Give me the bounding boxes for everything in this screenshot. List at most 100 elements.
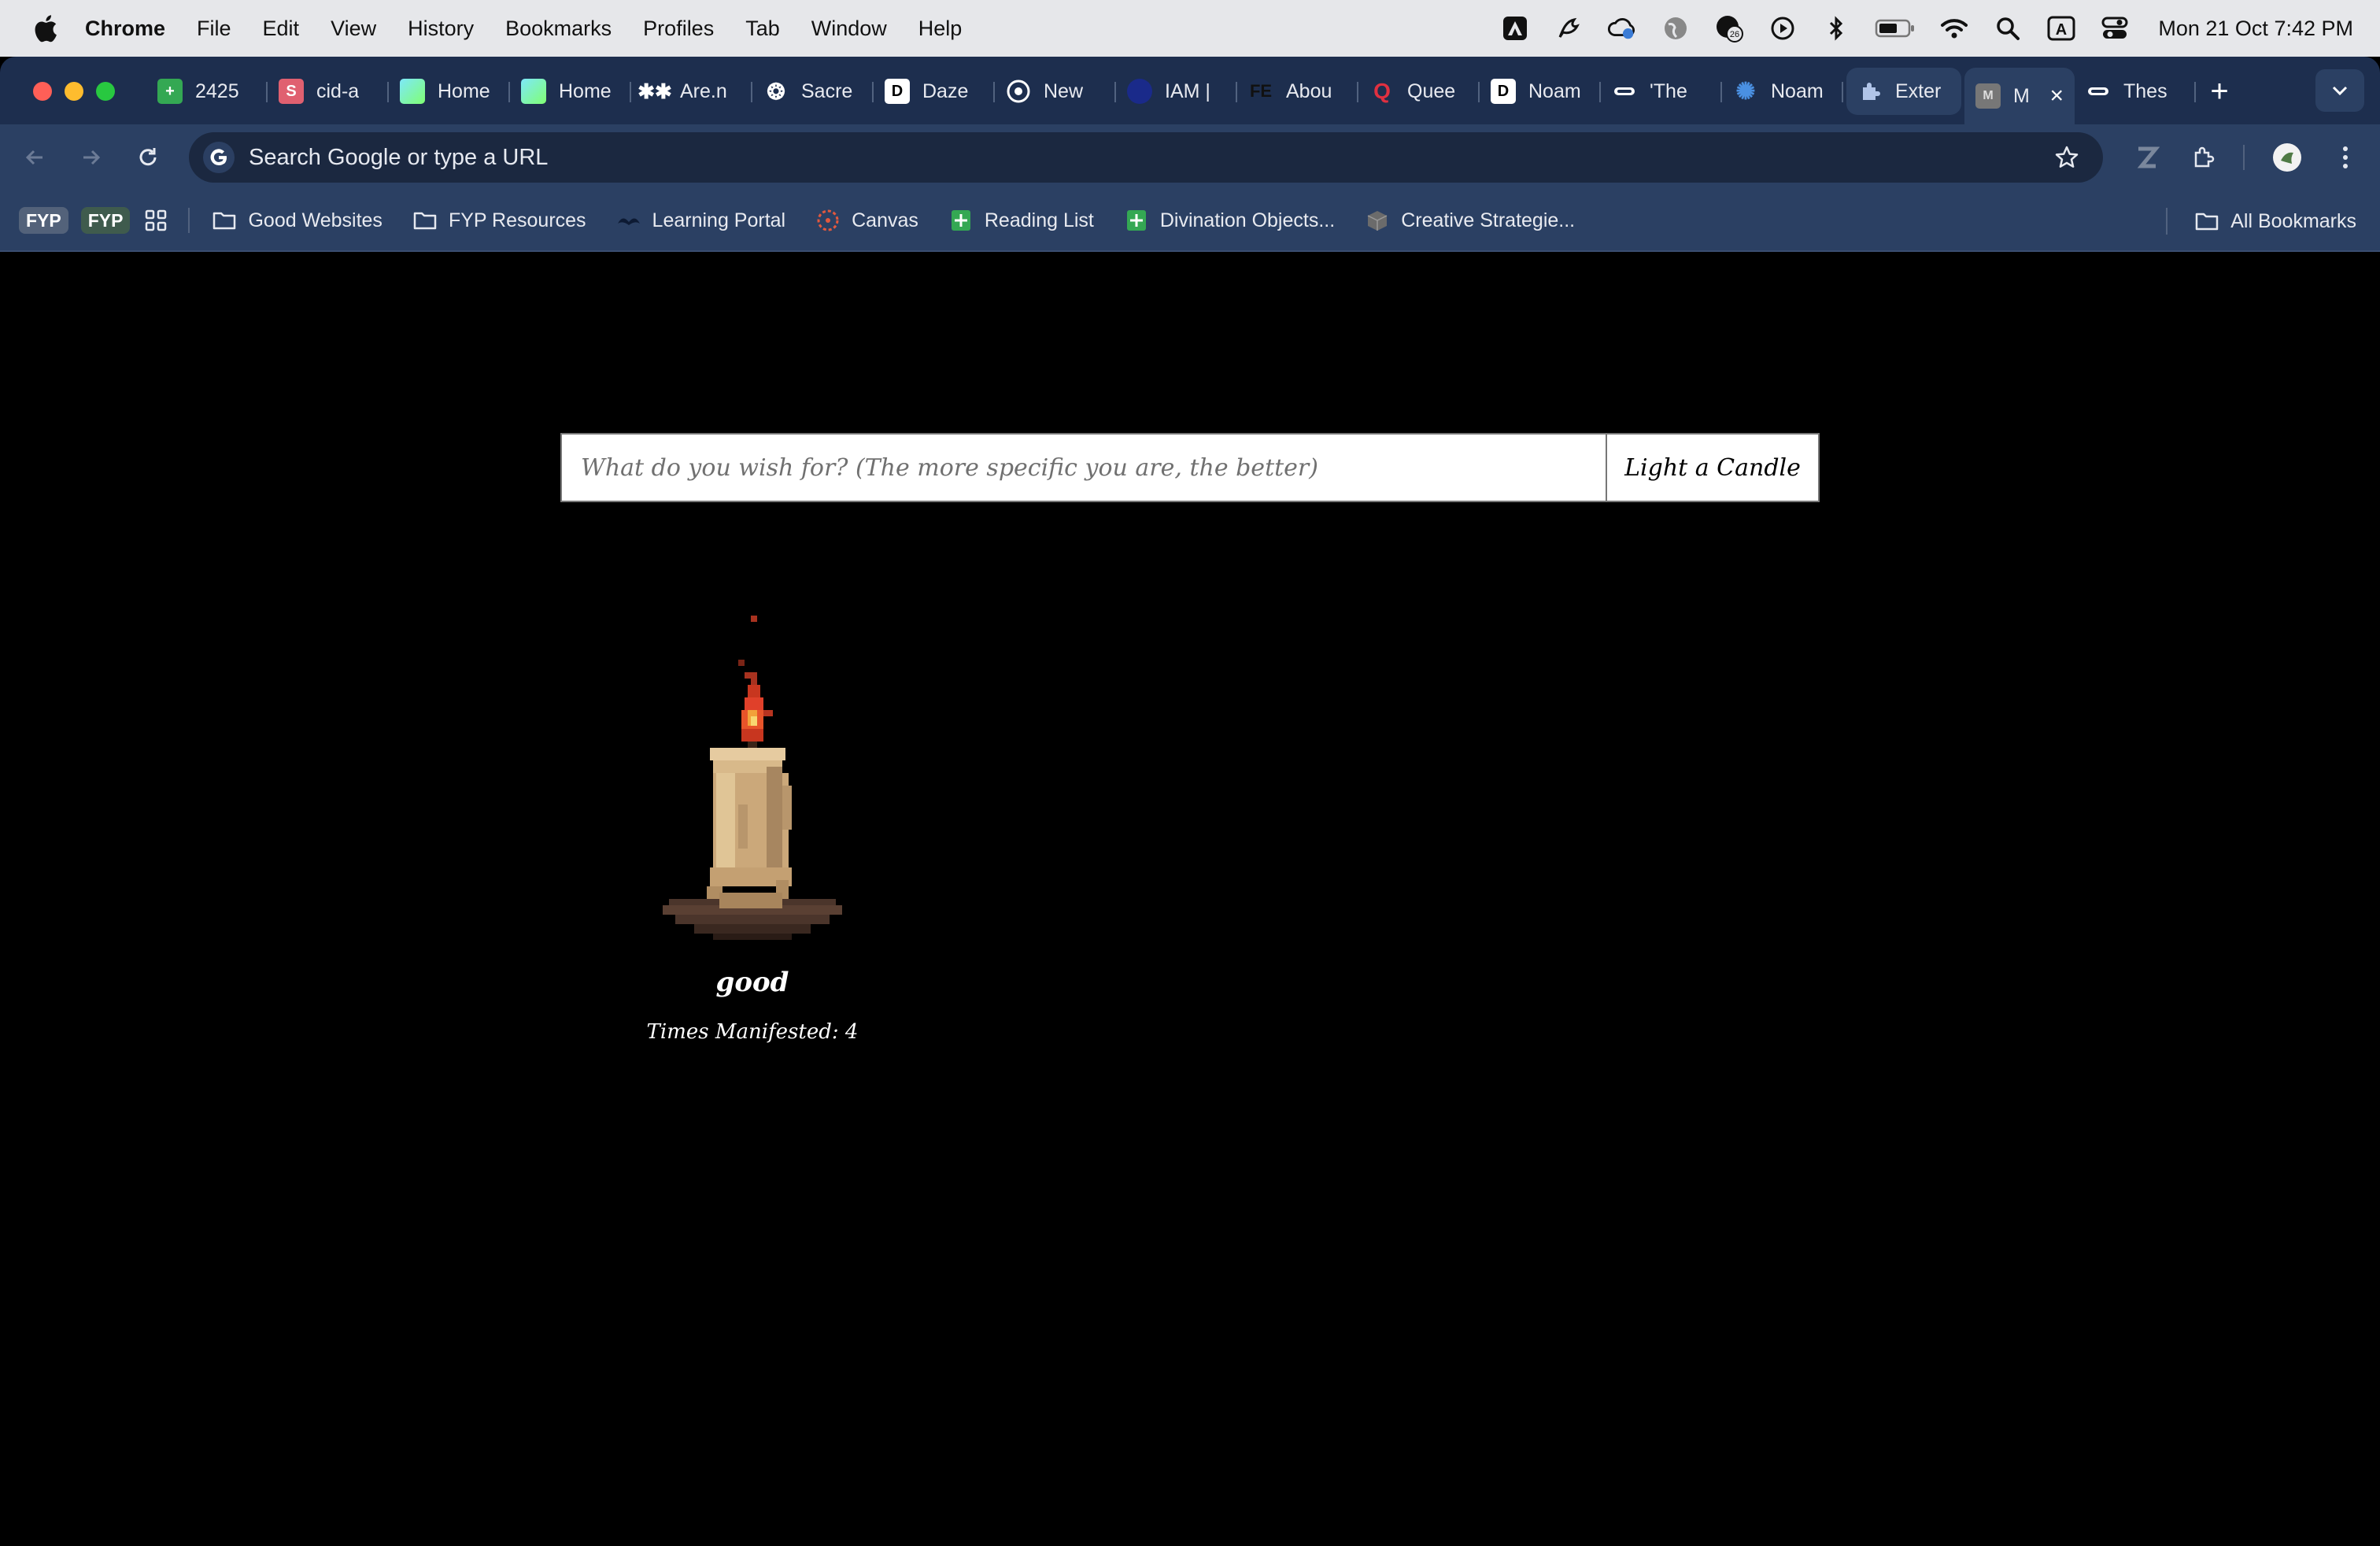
keyboard-input-icon[interactable]: A: [2046, 13, 2076, 43]
tab[interactable]: Thes: [2075, 68, 2196, 115]
bluetooth-icon[interactable]: [1821, 13, 1851, 43]
menu-edit[interactable]: Edit: [263, 17, 300, 41]
forward-button[interactable]: [74, 140, 109, 175]
battery-icon[interactable]: [1875, 13, 1916, 43]
bookmark-label: Creative Strategie...: [1401, 209, 1576, 231]
menu-file[interactable]: File: [197, 17, 231, 41]
globe-icon[interactable]: [1661, 13, 1691, 43]
tab[interactable]: ✺ Noam: [1722, 68, 1843, 115]
tab[interactable]: IAM |: [1116, 68, 1237, 115]
adobe-icon[interactable]: [1500, 13, 1530, 43]
learning-portal-icon: [616, 208, 641, 233]
z-extension-icon[interactable]: [2130, 140, 2164, 175]
tab-active[interactable]: M M ×: [1964, 68, 2075, 124]
tab[interactable]: Q Quee: [1358, 68, 1480, 115]
light-candle-button[interactable]: Light a Candle: [1607, 433, 1820, 502]
bookmark-fyp-1[interactable]: FYP: [19, 207, 68, 234]
apple-icon[interactable]: [27, 14, 65, 43]
all-bookmarks-button[interactable]: All Bookmarks: [2194, 190, 2356, 252]
candle-card[interactable]: good Times Manifested: 4: [645, 616, 859, 1044]
bookmark-good-websites[interactable]: Good Websites: [212, 208, 382, 233]
bookmark-canvas[interactable]: Canvas: [815, 208, 918, 233]
menu-app-name[interactable]: Chrome: [85, 17, 165, 41]
bookmark-label: FYP Resources: [448, 209, 586, 231]
notifications-icon[interactable]: 26: [1714, 13, 1744, 43]
tab[interactable]: D Noam: [1480, 68, 1601, 115]
tab-label: Are.n: [680, 80, 727, 102]
tab[interactable]: Home: [510, 68, 631, 115]
tab[interactable]: New: [995, 68, 1116, 115]
tab[interactable]: ✱✱ Are.n: [631, 68, 752, 115]
menu-view[interactable]: View: [331, 17, 376, 41]
chrome-icon: [1006, 79, 1031, 104]
bookmark-fyp-resources[interactable]: FYP Resources: [412, 208, 586, 233]
apps-grid-icon[interactable]: [142, 207, 169, 234]
menu-tab[interactable]: Tab: [745, 17, 780, 41]
tab-label: Daze: [922, 80, 969, 102]
minimize-window-button[interactable]: [65, 82, 83, 101]
spotlight-icon[interactable]: [1993, 13, 2023, 43]
tab[interactable]: S cid-a: [268, 68, 389, 115]
new-tab-button[interactable]: +: [2196, 68, 2243, 115]
bookmark-divination-objects[interactable]: Divination Objects...: [1124, 208, 1335, 233]
tab[interactable]: ❂ Sacre: [752, 68, 874, 115]
tab[interactable]: 'The: [1601, 68, 1722, 115]
status-menu-area: 26 A Mon 21 Oct 7:42 PM: [1500, 0, 2353, 57]
pixel-candle-icon: [663, 616, 842, 940]
tab[interactable]: FE Abou: [1237, 68, 1358, 115]
bookmark-creative-strategies[interactable]: Creative Strategie...: [1365, 208, 1575, 233]
bookmark-reading-list[interactable]: Reading List: [948, 208, 1094, 233]
s-icon: S: [279, 79, 304, 104]
menu-window[interactable]: Window: [811, 17, 887, 41]
keyboard-input-label: A: [2056, 21, 2067, 39]
browser-window: + 2425 S cid-a Home Home ✱✱ Are.n ❂ Sacr: [0, 57, 2380, 1546]
reload-button[interactable]: [131, 140, 165, 175]
tab-label: Home: [559, 80, 612, 102]
bookmark-label: Canvas: [852, 209, 918, 231]
close-tab-icon[interactable]: ×: [2049, 83, 2064, 109]
wish-input[interactable]: [560, 433, 1607, 502]
tab-label: 'The: [1650, 80, 1687, 102]
tab-search-button[interactable]: [2315, 69, 2364, 112]
toolbar-divider: [2243, 145, 2245, 170]
tab[interactable]: Exter: [1846, 68, 1961, 115]
bookmark-star-icon[interactable]: [2051, 142, 2082, 173]
tab[interactable]: Home: [389, 68, 510, 115]
bookmark-label: Reading List: [984, 209, 1094, 231]
cloud-sync-icon[interactable]: [1607, 13, 1637, 43]
bookmark-label: Learning Portal: [652, 209, 786, 231]
tab-label: New: [1044, 80, 1084, 102]
flower-icon: ✺: [1735, 78, 1756, 105]
gradient-icon: [521, 79, 546, 104]
avatar[interactable]: [2270, 140, 2304, 175]
extensions-icon[interactable]: [2186, 140, 2221, 175]
menu-history[interactable]: History: [408, 17, 474, 41]
menu-profiles[interactable]: Profiles: [643, 17, 714, 41]
control-center-icon[interactable]: [2100, 13, 2130, 43]
stylus-icon[interactable]: [1554, 13, 1584, 43]
d-icon: D: [1491, 79, 1516, 104]
wifi-icon[interactable]: [1939, 13, 1969, 43]
fe-icon: FE: [1249, 81, 1273, 101]
menu-clock[interactable]: Mon 21 Oct 7:42 PM: [2158, 17, 2353, 41]
tab-label: M: [2013, 84, 2030, 107]
openai-icon: ❂: [767, 79, 785, 104]
tab-label: cid-a: [316, 80, 360, 102]
wish-form: Light a Candle: [560, 433, 1820, 502]
url-input[interactable]: [249, 144, 2051, 171]
zoom-window-button[interactable]: [96, 82, 115, 101]
menu-help[interactable]: Help: [918, 17, 963, 41]
tab[interactable]: D Daze: [874, 68, 995, 115]
times-manifested-count: Times Manifested: 4: [646, 1020, 859, 1044]
page-content: Light a Candle: [0, 253, 2380, 1546]
tab[interactable]: + 2425: [146, 68, 268, 115]
back-button[interactable]: [17, 140, 52, 175]
chrome-menu-icon[interactable]: [2328, 140, 2363, 175]
bookmark-fyp-2[interactable]: FYP: [80, 207, 131, 234]
bookmark-learning-portal[interactable]: Learning Portal: [616, 208, 786, 233]
close-window-button[interactable]: [33, 82, 52, 101]
play-icon[interactable]: [1768, 13, 1798, 43]
bookmark-label: Divination Objects...: [1159, 209, 1336, 231]
address-bar[interactable]: [189, 132, 2103, 183]
menu-bookmarks[interactable]: Bookmarks: [505, 17, 612, 41]
